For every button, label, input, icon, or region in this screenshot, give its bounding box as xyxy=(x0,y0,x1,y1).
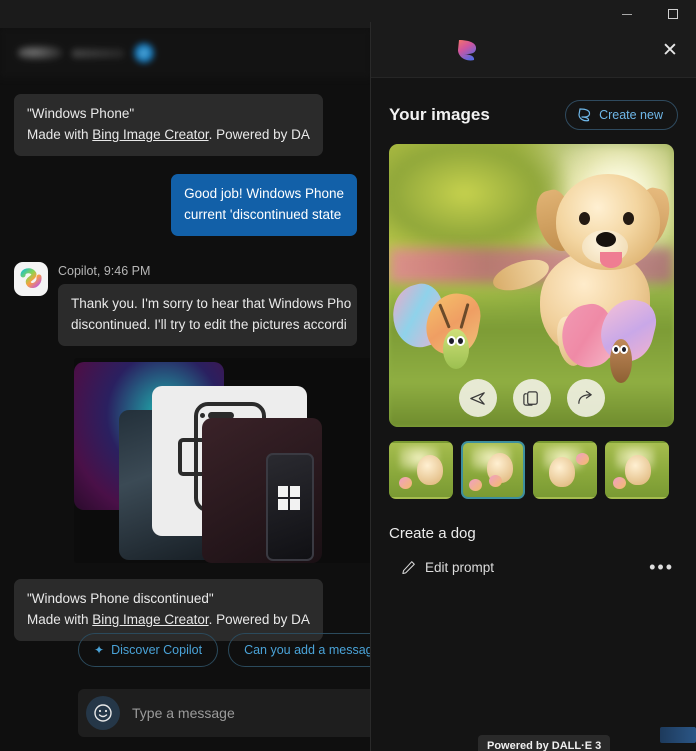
copilot-message-column: Copilot, 9:46 PM Thank you. I'm sorry to… xyxy=(58,262,357,346)
app-root: ✓ "Windows Phone" Made with Bing Image C… xyxy=(0,0,696,751)
thumbnail-butterfly xyxy=(576,453,589,465)
thumbnail-4[interactable] xyxy=(605,441,669,499)
chip-discover-copilot[interactable]: ✦ Discover Copilot xyxy=(78,633,219,667)
copilot-message-group: Copilot, 9:46 PM Thank you. I'm sorry to… xyxy=(0,262,371,346)
message-row: "Windows Phone discontinued" Made with B… xyxy=(0,579,371,641)
corner-ui-fragment xyxy=(660,727,696,743)
designer-side-panel: ✕ Your images Create new Create a dog Ed… xyxy=(370,22,696,751)
generated-image-collage[interactable] xyxy=(74,358,374,563)
designer-logo-icon xyxy=(458,40,477,61)
thumbnail-butterfly-2 xyxy=(489,475,502,487)
copilot-reply-bubble: Thank you. I'm sorry to hear that Window… xyxy=(58,284,357,346)
copilot-avatar xyxy=(14,262,48,296)
butterfly-left xyxy=(389,279,503,393)
thumbnail-3[interactable] xyxy=(533,441,597,499)
share-icon xyxy=(578,390,592,404)
prompt-text: Create a dog xyxy=(389,525,476,542)
image-caption-bubble: "Windows Phone" Made with Bing Image Cre… xyxy=(14,94,323,156)
more-options-button[interactable]: ••• xyxy=(649,558,674,576)
puppy-tongue xyxy=(600,252,622,268)
puppy-eye-right xyxy=(623,212,634,225)
bing-image-creator-link[interactable]: Bing Image Creator xyxy=(92,127,208,142)
puppy-nose xyxy=(596,232,616,247)
edit-prompt-label: Edit prompt xyxy=(425,559,495,575)
bing-image-creator-link-2[interactable]: Bing Image Creator xyxy=(92,612,208,627)
pencil-icon xyxy=(402,560,415,574)
caption-credit: Made with Bing Image Creator. Powered by… xyxy=(27,127,310,142)
puppy-eye-left xyxy=(579,212,590,225)
sparkle-icon: ✦ xyxy=(94,643,105,657)
user-message-line-2: current 'discontinued state xyxy=(184,207,342,222)
user-message-line-1: Good job! Windows Phone xyxy=(184,186,344,201)
send-icon xyxy=(470,391,485,405)
suggestion-chip-row: ✦ Discover Copilot Can you add a message… xyxy=(0,633,410,667)
phone-camera-icon xyxy=(200,413,205,418)
copilot-reply-line-2: discontinued. I'll try to edit the pictu… xyxy=(71,317,347,332)
user-message-bubble: Good job! Windows Phone current 'discont… xyxy=(171,174,357,236)
copy-icon xyxy=(523,390,538,406)
copilot-reply-line-1: Thank you. I'm sorry to hear that Window… xyxy=(71,296,352,311)
caption-title-2: "Windows Phone discontinued" xyxy=(27,591,214,606)
thumbnail-strip xyxy=(389,441,678,499)
create-new-button[interactable]: Create new xyxy=(565,100,678,130)
image-caption-bubble-2: "Windows Phone discontinued" Made with B… xyxy=(14,579,323,641)
panel-header: ✕ xyxy=(371,22,696,78)
send-button[interactable] xyxy=(458,379,497,417)
your-images-title: Your images xyxy=(389,105,490,124)
create-new-label: Create new xyxy=(599,108,663,122)
caption-title: "Windows Phone" xyxy=(27,106,135,121)
smiley-icon xyxy=(94,704,112,722)
hero-image[interactable] xyxy=(389,144,674,427)
hero-action-buttons xyxy=(458,379,605,417)
prompt-action-row: Edit prompt ••• xyxy=(389,558,678,576)
panel-content: Your images Create new Create a dog Edit… xyxy=(371,78,696,751)
maximize-icon xyxy=(668,9,678,19)
message-input-placeholder[interactable]: Type a message xyxy=(132,705,235,721)
powered-by-tooltip: Powered by DALL·E 3 xyxy=(478,735,611,751)
copy-button[interactable] xyxy=(512,379,551,417)
contact-name-blurred xyxy=(72,48,124,58)
thumbnail-butterfly xyxy=(469,479,482,491)
thumbnail-1[interactable] xyxy=(389,441,453,499)
copilot-logo-icon xyxy=(20,268,42,289)
message-composer[interactable]: Type a message xyxy=(78,689,378,737)
share-button[interactable] xyxy=(566,379,605,417)
chat-conversation-header: ✓ xyxy=(0,28,371,78)
edit-prompt-button[interactable]: Edit prompt xyxy=(389,560,494,575)
minimize-icon xyxy=(622,13,632,15)
contact-avatar xyxy=(18,46,62,60)
message-row: "Windows Phone" Made with Bing Image Cre… xyxy=(0,94,371,156)
thumbnail-puppy xyxy=(625,455,651,485)
thumbnail-puppy xyxy=(549,457,575,487)
close-icon[interactable]: ✕ xyxy=(658,38,682,62)
thumbnail-2[interactable] xyxy=(461,441,525,499)
caption-credit-2: Made with Bing Image Creator. Powered by… xyxy=(27,612,310,627)
thumbnail-puppy xyxy=(417,455,443,485)
windows-logo-icon xyxy=(278,486,300,510)
butterfly-eyes xyxy=(447,333,469,346)
chip-label: Discover Copilot xyxy=(111,643,203,657)
thumbnail-butterfly xyxy=(399,477,412,489)
verified-badge-icon: ✓ xyxy=(134,43,154,63)
thumbnail-butterfly xyxy=(613,477,626,489)
your-images-row: Your images Create new xyxy=(389,78,678,144)
butterfly-eyes xyxy=(612,341,632,354)
designer-mark-icon xyxy=(578,108,591,122)
message-row: Good job! Windows Phone current 'discont… xyxy=(0,174,371,236)
message-sender-timestamp: Copilot, 9:46 PM xyxy=(58,264,151,278)
emoji-picker-button[interactable] xyxy=(86,696,120,730)
